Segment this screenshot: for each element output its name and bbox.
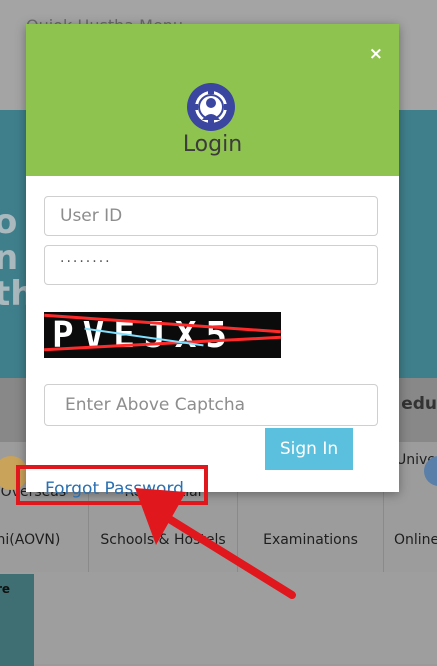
modal-header: × Login (26, 24, 399, 176)
captcha-field[interactable] (44, 384, 378, 426)
login-logo-icon (187, 83, 235, 131)
banner-fragment: o (0, 202, 18, 242)
card-line2: Examinations (263, 532, 358, 548)
captcha-input[interactable] (45, 385, 377, 425)
sign-in-button[interactable]: Sign In (265, 428, 353, 470)
modal-title: Login (182, 132, 243, 157)
captcha-image: PVEJX5 (44, 312, 281, 358)
close-icon[interactable]: × (369, 46, 383, 63)
background-bottom: re (0, 572, 437, 666)
card-line2: Online (394, 532, 437, 548)
bottom-tile-label: re (0, 582, 11, 596)
card-line2: dhi(AOVN) (0, 532, 61, 548)
password-input[interactable] (45, 246, 377, 284)
user-id-input[interactable] (45, 197, 377, 235)
login-modal: × Login PVEJX5 Forgot Password (26, 24, 399, 499)
card-line2: Schools & Hostels (100, 532, 226, 548)
user-id-field[interactable] (44, 196, 378, 236)
bottom-tile: re (0, 574, 34, 666)
annotation-highlight-box (16, 465, 208, 505)
strip-text: edu (401, 394, 437, 414)
password-field[interactable] (44, 245, 378, 285)
